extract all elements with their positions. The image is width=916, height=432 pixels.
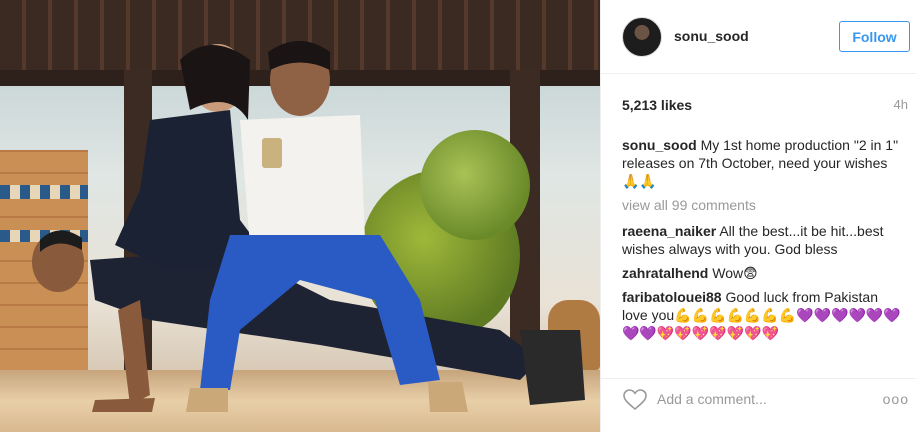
- comment-username[interactable]: sonu_sood: [622, 137, 697, 153]
- comment-text: Wow😨: [712, 265, 758, 281]
- person-hand: [92, 398, 155, 412]
- author-username[interactable]: sonu_sood: [674, 28, 749, 44]
- post-photo[interactable]: [0, 0, 600, 432]
- instagram-post: sonu_sood Follow 5,213 likes 4h sonu_soo…: [0, 0, 916, 432]
- person-shoe: [428, 382, 468, 412]
- photo-phone: [262, 138, 282, 168]
- person-shoe: [186, 388, 228, 412]
- comment: faribatolouei88 Good luck from Pakistan …: [622, 288, 902, 342]
- post-sidebar: sonu_sood Follow 5,213 likes 4h sonu_soo…: [600, 0, 916, 432]
- person-shoe: [520, 330, 585, 405]
- more-options-icon[interactable]: ooo: [883, 391, 909, 407]
- avatar[interactable]: [622, 17, 662, 57]
- caption: sonu_sood My 1st home production "2 in 1…: [622, 136, 902, 190]
- likes-count[interactable]: 5,213 likes: [622, 97, 692, 113]
- heart-icon[interactable]: [623, 389, 647, 411]
- follow-button[interactable]: Follow: [839, 21, 910, 52]
- photo-people: [32, 41, 585, 412]
- post-timestamp[interactable]: 4h: [894, 97, 908, 112]
- comment: raeena_naiker All the best...it be hit..…: [622, 222, 902, 258]
- comment-username[interactable]: zahratalhend: [622, 265, 708, 281]
- post-header: sonu_sood Follow: [601, 0, 916, 74]
- comment: zahratalhend Wow😨: [622, 264, 902, 282]
- comments-list: sonu_sood My 1st home production "2 in 1…: [622, 136, 902, 348]
- view-all-comments-link[interactable]: view all 99 comments: [622, 196, 902, 214]
- person-shirt: [240, 115, 365, 245]
- comment-username[interactable]: raeena_naiker: [622, 223, 716, 239]
- comment-footer: Add a comment... ooo: [601, 378, 916, 432]
- comment-username[interactable]: faribatolouei88: [622, 289, 722, 305]
- add-comment-input[interactable]: Add a comment...: [657, 391, 767, 407]
